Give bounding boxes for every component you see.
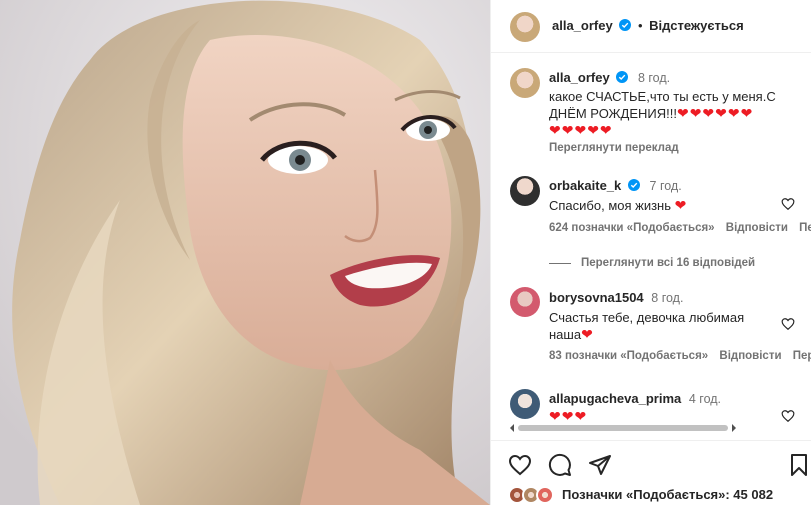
share-icon[interactable] bbox=[588, 453, 612, 477]
comment-likes[interactable]: 624 позначки «Подобається» bbox=[549, 222, 715, 234]
bookmark-icon[interactable] bbox=[787, 453, 811, 477]
replies-divider bbox=[549, 263, 571, 264]
caption-hearts: ❤❤❤❤❤ bbox=[549, 122, 613, 138]
post-header: alla_orfey • Відстежується bbox=[491, 0, 811, 53]
comment-time[interactable]: 4 год. bbox=[689, 392, 721, 406]
comment-avatar[interactable] bbox=[510, 176, 540, 206]
verified-icon bbox=[616, 71, 629, 83]
caption-time[interactable]: 8 год. bbox=[638, 71, 670, 85]
comment-username[interactable]: borysovna1504 bbox=[549, 290, 644, 305]
post-details-panel: alla_orfey • Відстежується alla_orfey 8 … bbox=[490, 0, 811, 505]
portrait-image bbox=[0, 0, 490, 505]
comment-avatar[interactable] bbox=[510, 287, 540, 317]
caption-text-line1: какое СЧАСТЬЕ,что ты есть у меня.С bbox=[549, 89, 776, 104]
likes-count[interactable]: Позначки «Подобається»: 45 082 bbox=[562, 487, 773, 502]
comment-text: Счастья тебе, девочка любимая bbox=[549, 310, 745, 325]
comment-username[interactable]: orbakaite_k bbox=[549, 178, 621, 193]
comment: orbakaite_k 7 год. Спасибо, моя жизнь ❤ bbox=[549, 178, 779, 214]
horizontal-scrollbar[interactable] bbox=[509, 423, 737, 433]
scrollbar-thumb[interactable] bbox=[518, 425, 728, 431]
post-actions: Позначки «Подобається»: 45 082 bbox=[491, 440, 811, 505]
header-separator: • bbox=[637, 18, 643, 33]
comment-text: наша bbox=[549, 327, 582, 342]
liked-by-avatars[interactable] bbox=[508, 486, 560, 504]
caption-text-line2: ДНЁМ РОЖДЕНИЯ!!! bbox=[549, 106, 677, 121]
caption: alla_orfey 8 год. какое СЧАСТЬЕ,что ты е… bbox=[549, 70, 799, 154]
heart-outline-icon[interactable] bbox=[508, 453, 532, 477]
comment-avatar[interactable] bbox=[510, 389, 540, 419]
heart-outline-icon[interactable] bbox=[781, 409, 795, 423]
comment-time[interactable]: 8 год. bbox=[651, 291, 683, 305]
author-username[interactable]: alla_orfey bbox=[552, 18, 613, 33]
comment-likes[interactable]: 83 позначки «Подобається» bbox=[549, 350, 708, 362]
scroll-right-arrow[interactable] bbox=[732, 424, 736, 432]
comment-hearts: ❤❤❤ bbox=[549, 408, 588, 421]
comment-more[interactable]: Пе bbox=[799, 222, 811, 234]
verified-icon bbox=[627, 179, 640, 191]
author-avatar[interactable] bbox=[510, 12, 540, 42]
comment-icon[interactable] bbox=[548, 453, 572, 477]
reply-button[interactable]: Відповісти bbox=[726, 222, 788, 234]
comment-text: Спасибо, моя жизнь bbox=[549, 198, 672, 213]
caption-avatar[interactable] bbox=[510, 68, 540, 98]
post-photo[interactable] bbox=[0, 0, 490, 505]
comment-time[interactable]: 7 год. bbox=[650, 179, 682, 193]
scroll-left-arrow[interactable] bbox=[510, 424, 514, 432]
reply-button[interactable]: Відповісти bbox=[719, 350, 781, 362]
caption-text: какое СЧАСТЬЕ,что ты есть у меня.С ДНЁМ … bbox=[549, 88, 799, 139]
view-replies-link[interactable]: Переглянути всі 16 відповідей bbox=[581, 257, 755, 269]
comment-hearts: ❤ bbox=[581, 326, 594, 342]
follow-status-button[interactable]: Відстежується bbox=[649, 18, 744, 33]
comment-hearts: ❤ bbox=[674, 197, 688, 213]
heart-outline-icon[interactable] bbox=[781, 317, 795, 331]
verified-icon bbox=[619, 19, 632, 31]
comment-more[interactable]: Пер bbox=[793, 350, 811, 362]
heart-outline-icon[interactable] bbox=[781, 197, 795, 211]
comment-username[interactable]: allapugacheva_prima bbox=[549, 391, 681, 406]
see-translation-link[interactable]: Переглянути переклад bbox=[549, 142, 799, 154]
comment: borysovna1504 8 год. Счастья тебе, девоч… bbox=[549, 290, 779, 343]
caption-hearts: ❤❤❤❤❤❤ bbox=[676, 105, 754, 121]
comment: allapugacheva_prima 4 год. ❤❤❤ bbox=[549, 391, 779, 421]
caption-username[interactable]: alla_orfey bbox=[549, 70, 610, 85]
